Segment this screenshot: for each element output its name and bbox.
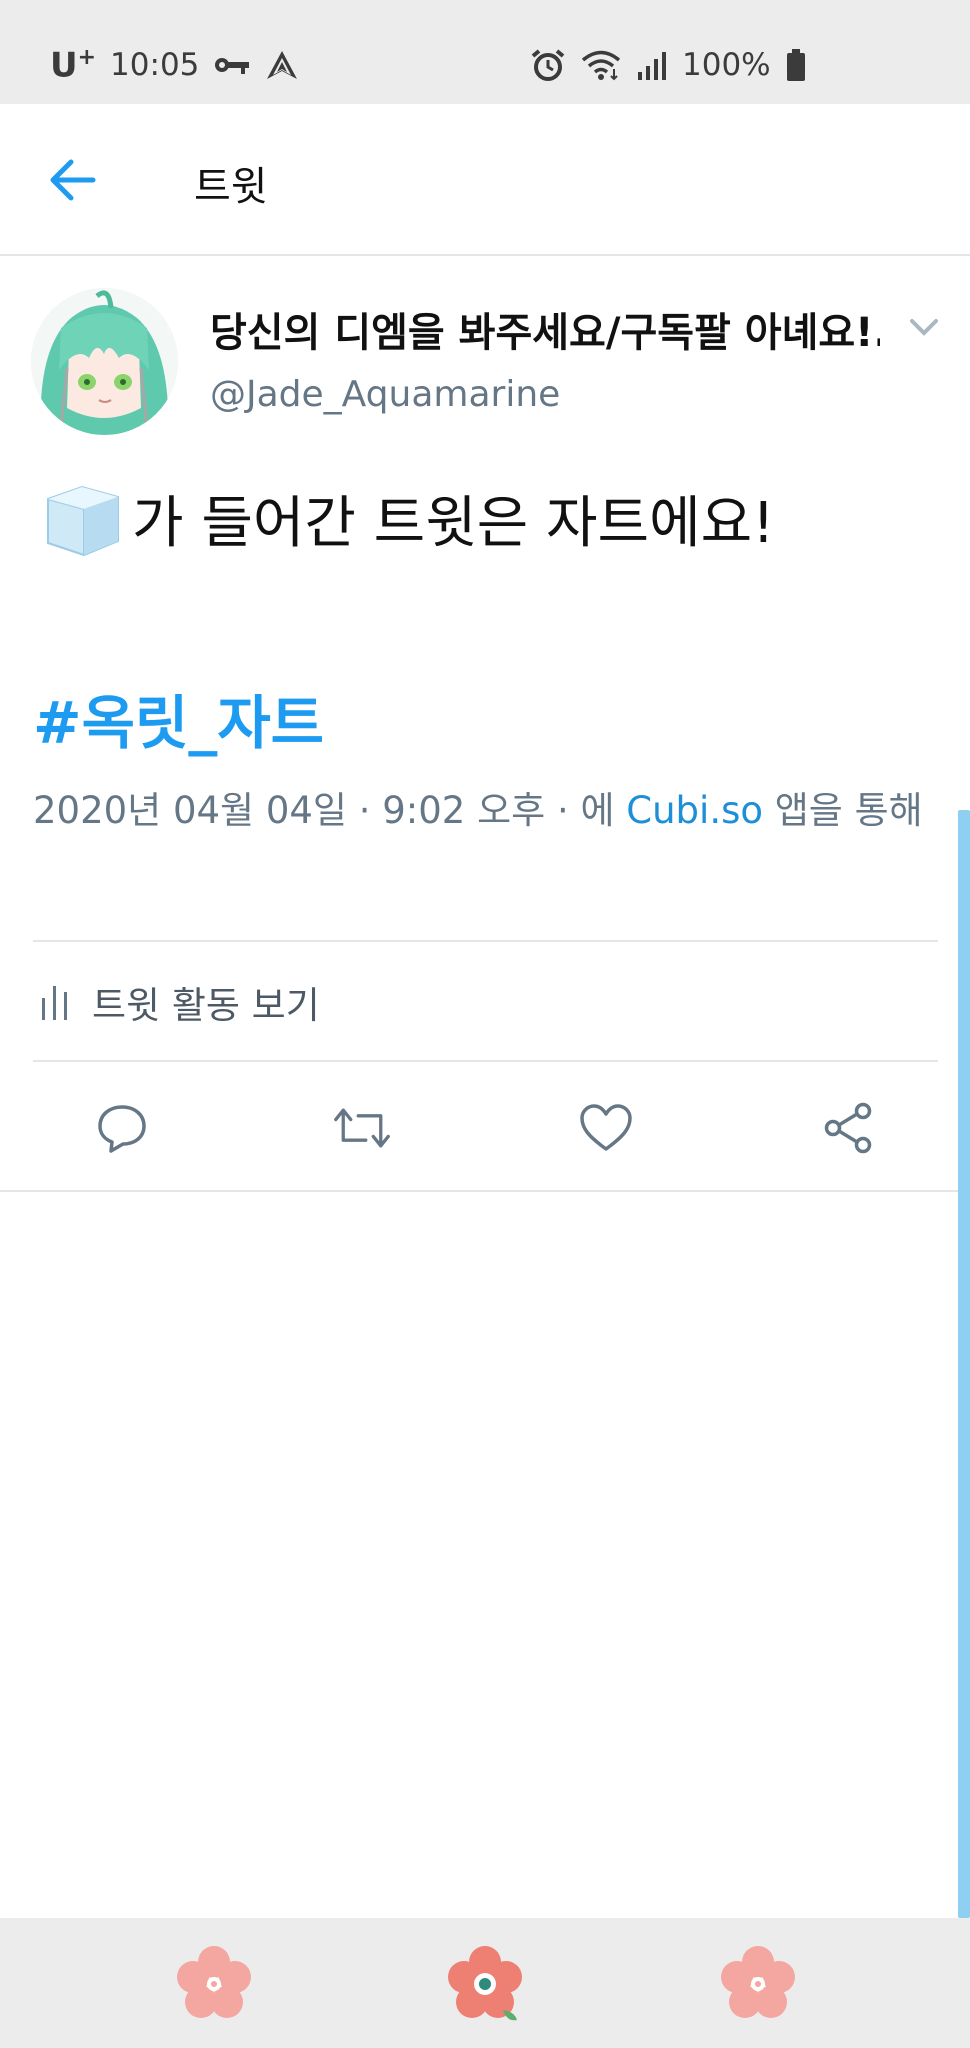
reply-button[interactable] xyxy=(92,1098,152,1158)
hashtag-link[interactable]: #옥릿_자트 xyxy=(33,676,324,760)
tweet-text-body: 가 들어간 트윗은 자트에요! xyxy=(132,491,775,556)
reply-icon xyxy=(98,1105,146,1153)
share-icon xyxy=(824,1102,872,1154)
like-button[interactable] xyxy=(576,1098,636,1158)
battery-icon xyxy=(785,48,807,82)
alarm-icon xyxy=(530,48,566,82)
source-suffix: 앱을 통해 xyxy=(763,789,923,832)
status-bar-left: U+ 10:05 xyxy=(50,40,299,90)
divider xyxy=(33,940,938,942)
carrier-text: U xyxy=(50,45,78,86)
divider xyxy=(0,1190,970,1192)
retweet-button[interactable] xyxy=(332,1098,392,1158)
battery-percent: 100% xyxy=(682,47,771,83)
like-icon xyxy=(580,1104,632,1151)
divider xyxy=(33,1060,938,1062)
share-button[interactable] xyxy=(818,1098,878,1158)
analytics-icon xyxy=(42,986,67,1020)
activity-label: 트윗 활동 보기 xyxy=(92,984,320,1027)
source-app-link[interactable]: Cubi.so xyxy=(626,789,763,832)
tweet-text: 가 들어간 트윗은 자트에요! xyxy=(38,478,775,559)
back-button[interactable] xyxy=(42,152,102,208)
avatar[interactable] xyxy=(31,288,178,435)
flower-icon xyxy=(721,1946,795,2018)
wifi-icon xyxy=(580,49,622,81)
navigation-icon xyxy=(265,49,299,81)
ice-cube-icon xyxy=(38,479,126,559)
tweet-meta: 2020년 04월 04일 · 9:02 오후 · 에 Cubi.so 앱을 통… xyxy=(33,778,943,844)
display-name[interactable]: 당신의 디엠을 봐주세요/구독팔 아녜요!... xyxy=(210,300,880,358)
top-app-bar: 트윗 xyxy=(0,104,970,256)
flower-icon xyxy=(448,1946,522,2021)
system-navigation-bar xyxy=(0,1918,970,2048)
home-button[interactable] xyxy=(443,1942,527,2026)
clock: 10:05 xyxy=(110,47,200,83)
back-nav-button[interactable] xyxy=(716,1942,800,2026)
status-bar-right: 100% xyxy=(530,40,807,90)
retweet-icon xyxy=(334,1108,390,1148)
page-title: 트윗 xyxy=(194,164,268,210)
key-icon xyxy=(213,54,251,76)
status-bar: U+ 10:05 100% xyxy=(0,0,970,104)
tweet-actions xyxy=(0,1076,970,1176)
flower-icon xyxy=(177,1946,251,2018)
view-tweet-activity[interactable]: 트윗 활동 보기 xyxy=(40,972,320,1032)
scrollbar[interactable] xyxy=(958,810,970,1918)
chevron-down-icon[interactable] xyxy=(906,312,942,342)
carrier-label: U+ xyxy=(50,45,96,85)
timestamp: 2020년 04월 04일 · 9:02 오후 · 에 xyxy=(33,789,627,832)
signal-icon xyxy=(636,50,668,80)
user-handle[interactable]: @Jade_Aquamarine xyxy=(210,374,560,415)
arrow-left-icon xyxy=(50,159,96,201)
carrier-sup: + xyxy=(77,44,97,70)
recent-apps-button[interactable] xyxy=(172,1942,256,2026)
